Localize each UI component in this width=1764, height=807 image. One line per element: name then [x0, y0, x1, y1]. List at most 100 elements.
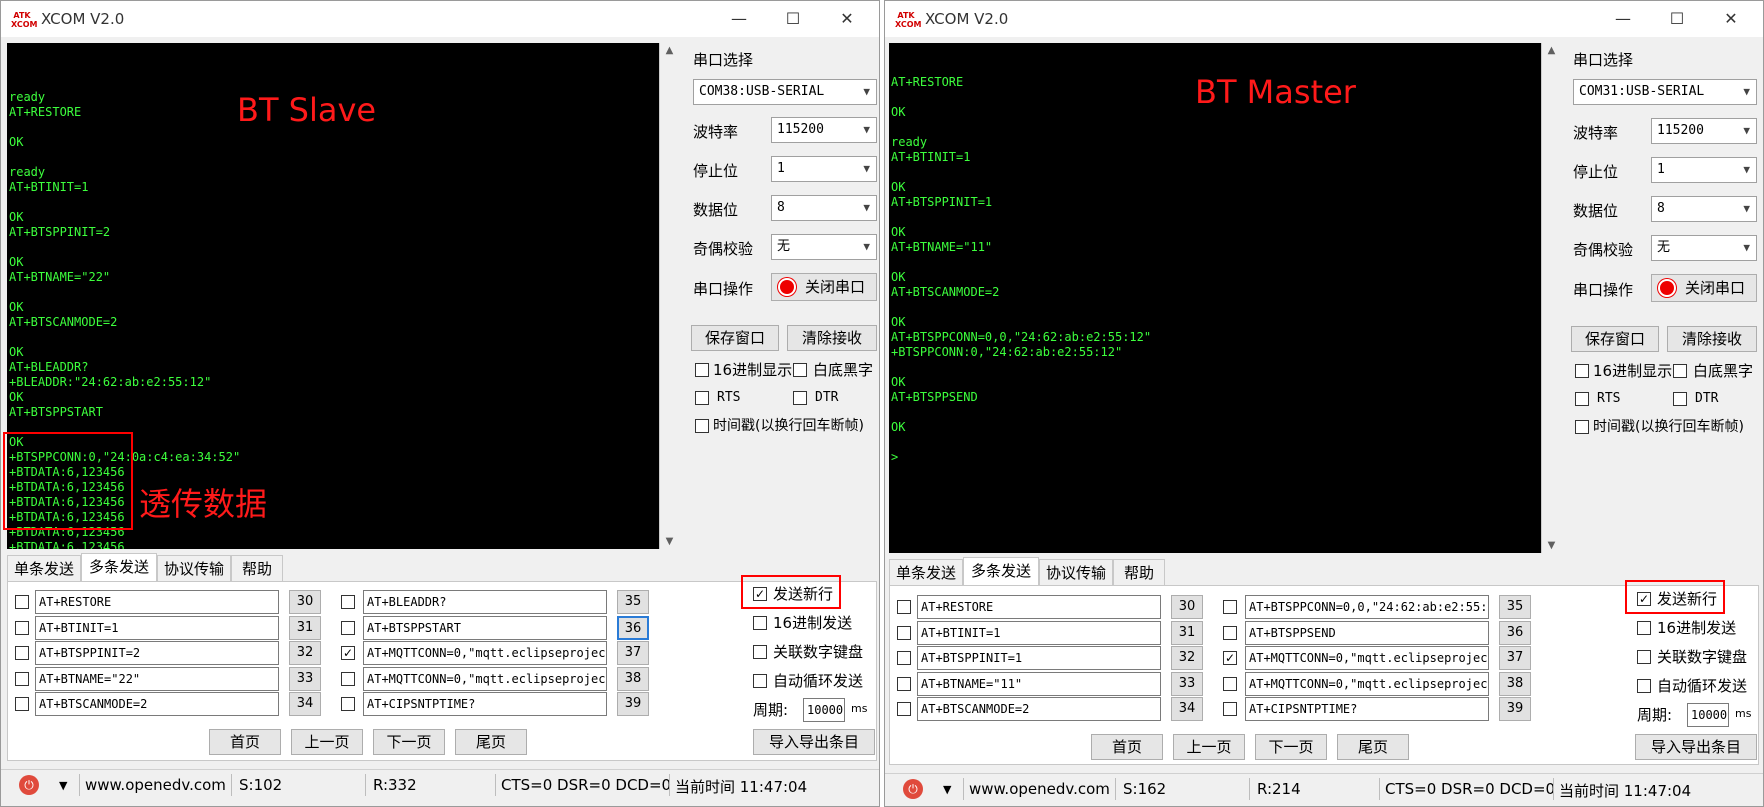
parity-select[interactable]: 无 ▼ [1651, 235, 1757, 261]
command-input[interactable]: AT+MQTTCONN=0,"mqtt.eclipseprojects. [363, 641, 607, 665]
maximize-icon[interactable]: ☐ [773, 5, 813, 33]
command-send-button[interactable]: 32 [1171, 646, 1203, 670]
clear-receive-button[interactable]: 清除接收 [787, 325, 877, 351]
baud-select[interactable]: 115200 ▼ [771, 117, 877, 143]
command-input[interactable]: AT+BTSPPINIT=1 [917, 646, 1161, 670]
next-page-button[interactable]: 下一页 [1255, 734, 1327, 760]
first-page-button[interactable]: 首页 [1091, 734, 1163, 760]
dtr-checkbox[interactable] [793, 391, 807, 405]
command-input[interactable]: AT+BTINIT=1 [35, 615, 279, 640]
command-send-button[interactable]: 38 [617, 666, 649, 691]
link-keypad-checkbox[interactable] [1637, 650, 1651, 664]
tab-multi-send[interactable]: 多条发送 [81, 553, 157, 581]
scroll-down-icon[interactable]: ▼ [660, 536, 679, 547]
close-icon[interactable]: ✕ [827, 5, 867, 33]
hex-display-checkbox[interactable] [1575, 364, 1589, 378]
command-input[interactable]: AT+MQTTCONN=0,"mqtt.eclipseprojects. [1245, 671, 1489, 696]
prev-page-button[interactable]: 上一页 [1173, 734, 1245, 760]
command-send-button[interactable]: 32 [289, 641, 321, 665]
command-checkbox[interactable]: ✓ [341, 646, 355, 660]
command-send-button[interactable]: 36 [1499, 620, 1531, 645]
website-link[interactable]: www.openedv.com [85, 776, 226, 794]
hex-display-checkbox[interactable] [695, 363, 709, 377]
command-input[interactable]: AT+BTSCANMODE=2 [917, 697, 1161, 721]
close-port-button[interactable]: 关闭串口 [1651, 274, 1757, 302]
dtr-checkbox[interactable] [1673, 392, 1687, 406]
command-input[interactable]: AT+BTSPPCONN=0,0,"24:62:ab:e2:55:12" [1245, 595, 1489, 619]
command-checkbox[interactable] [1223, 676, 1237, 691]
command-send-button[interactable]: 30 [289, 590, 321, 614]
send-newline-checkbox[interactable]: ✓ [1637, 592, 1651, 606]
hex-send-checkbox[interactable] [753, 616, 767, 630]
minimize-icon[interactable]: — [719, 5, 759, 33]
first-page-button[interactable]: 首页 [209, 729, 281, 755]
command-checkbox[interactable]: ✓ [1223, 651, 1237, 665]
port-select[interactable]: COM38:USB-SERIAL ▼ [693, 79, 877, 105]
command-input[interactable]: AT+RESTORE [917, 595, 1161, 619]
command-input[interactable]: AT+BLEADDR? [363, 590, 607, 614]
command-input[interactable]: AT+MQTTCONN=0,"mqtt.eclipseprojects. [363, 666, 607, 691]
scroll-up-icon[interactable]: ▲ [660, 45, 679, 56]
command-send-button[interactable]: 34 [1171, 697, 1203, 721]
command-checkbox[interactable] [341, 671, 355, 686]
auto-loop-checkbox[interactable] [753, 674, 767, 688]
link-keypad-checkbox[interactable] [753, 645, 767, 659]
next-page-button[interactable]: 下一页 [373, 729, 445, 755]
command-send-button[interactable]: 34 [289, 692, 321, 716]
terminal-scrollbar[interactable]: ▲ ▼ [1541, 43, 1561, 553]
clear-receive-button[interactable]: 清除接收 [1667, 326, 1757, 352]
command-checkbox[interactable] [15, 671, 29, 686]
period-input[interactable]: 10000 [803, 698, 845, 722]
tab-protocol[interactable]: 协议传输 [1039, 559, 1113, 585]
period-input[interactable]: 10000 [1687, 703, 1729, 727]
command-checkbox[interactable] [341, 697, 355, 711]
rts-checkbox[interactable] [695, 391, 709, 405]
command-input[interactable]: AT+MQTTCONN=0,"mqtt.eclipseprojects. [1245, 646, 1489, 670]
command-checkbox[interactable] [897, 676, 911, 691]
save-window-button[interactable]: 保存窗口 [1571, 326, 1659, 352]
command-checkbox[interactable] [15, 595, 29, 609]
auto-loop-checkbox[interactable] [1637, 679, 1651, 693]
command-input[interactable]: AT+BTSPPINIT=2 [35, 641, 279, 665]
command-input[interactable]: AT+BTINIT=1 [917, 620, 1161, 645]
scroll-up-icon[interactable]: ▲ [1542, 45, 1561, 56]
hex-send-checkbox[interactable] [1637, 621, 1651, 635]
data-bits-select[interactable]: 8 ▼ [1651, 196, 1757, 222]
last-page-button[interactable]: 尾页 [1337, 734, 1409, 760]
data-bits-select[interactable]: 8 ▼ [771, 195, 877, 221]
command-checkbox[interactable] [15, 697, 29, 711]
command-send-button[interactable]: 31 [289, 615, 321, 640]
title-bar[interactable]: ATK XCOM XCOM V2.0 — ☐ ✕ [885, 1, 1763, 37]
command-checkbox[interactable] [897, 600, 911, 614]
timestamp-checkbox[interactable] [1575, 420, 1589, 434]
website-link[interactable]: www.openedv.com [969, 780, 1110, 798]
close-icon[interactable]: ✕ [1711, 5, 1751, 33]
command-checkbox[interactable] [1223, 600, 1237, 614]
dropdown-arrow-icon[interactable]: ▼ [59, 779, 67, 792]
command-input[interactable]: AT+RESTORE [35, 590, 279, 614]
command-send-button[interactable]: 39 [1499, 697, 1531, 721]
command-input[interactable]: AT+CIPSNTPTIME? [1245, 697, 1489, 721]
command-checkbox[interactable] [897, 702, 911, 716]
command-checkbox[interactable] [1223, 625, 1237, 640]
close-port-button[interactable]: 关闭串口 [771, 273, 877, 301]
white-bg-checkbox[interactable] [793, 363, 807, 377]
tab-help[interactable]: 帮助 [1113, 559, 1165, 585]
command-checkbox[interactable] [341, 620, 355, 635]
tab-single-send[interactable]: 单条发送 [7, 555, 81, 581]
command-checkbox[interactable] [1223, 702, 1237, 716]
command-send-button[interactable]: 35 [617, 590, 649, 614]
minimize-icon[interactable]: — [1603, 5, 1643, 33]
import-export-button[interactable]: 导入导出条目 [753, 729, 875, 755]
terminal-scrollbar[interactable]: ▲ ▼ [659, 43, 679, 549]
command-send-button[interactable]: 31 [1171, 620, 1203, 645]
command-input[interactable]: AT+CIPSNTPTIME? [363, 692, 607, 716]
stop-bits-select[interactable]: 1 ▼ [1651, 157, 1757, 183]
stop-bits-select[interactable]: 1 ▼ [771, 156, 877, 182]
command-send-button[interactable]: 37 [617, 641, 649, 665]
command-send-button[interactable]: 37 [1499, 646, 1531, 670]
command-input[interactable]: AT+BTNAME="22" [35, 666, 279, 691]
command-input[interactable]: AT+BTNAME="11" [917, 671, 1161, 696]
command-send-button[interactable]: 38 [1499, 671, 1531, 696]
command-checkbox[interactable] [15, 620, 29, 635]
